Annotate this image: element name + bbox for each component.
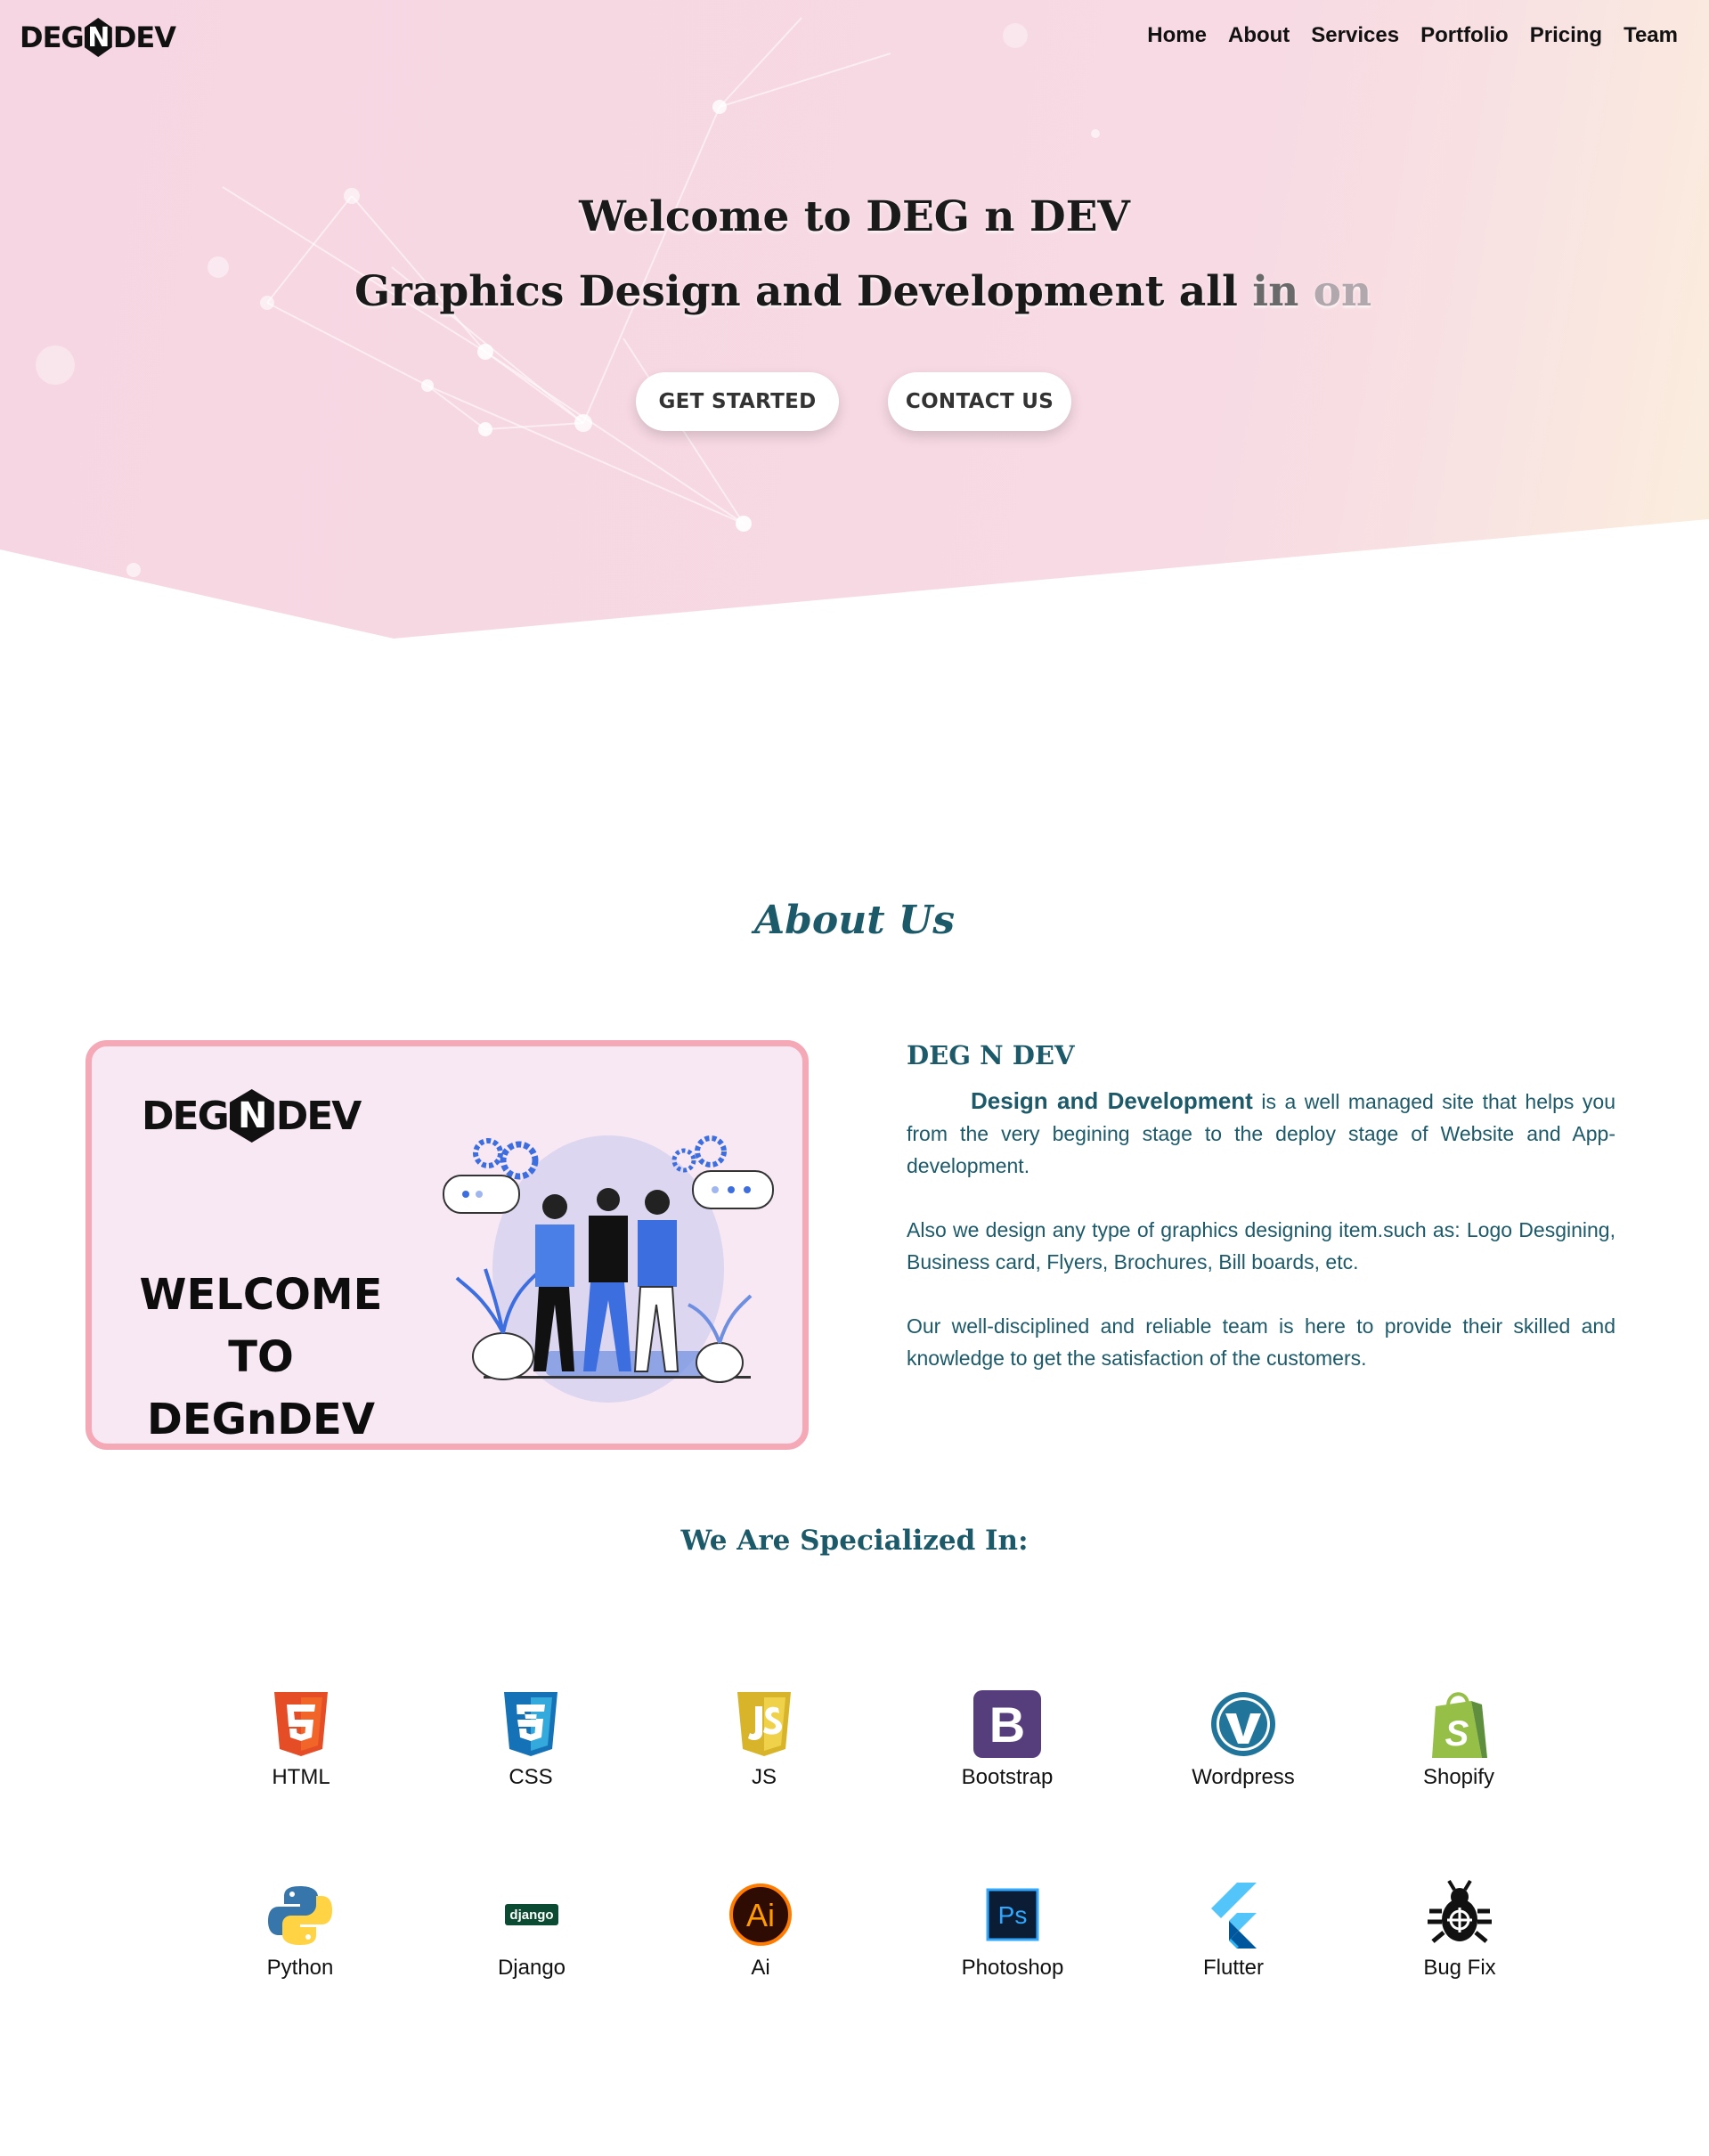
network-lines-decoration <box>36 17 1100 577</box>
hero-subtitle-typing-1: in <box>1252 267 1314 316</box>
illustrator-icon: Ai <box>729 1883 792 1946</box>
skill-js: JS <box>675 1688 853 1790</box>
skill-bootstrap: B Bootstrap <box>918 1688 1096 1790</box>
contact-us-button[interactable]: CONTACT US <box>888 372 1071 431</box>
nav-pricing[interactable]: Pricing <box>1530 23 1602 48</box>
skills-title: We Are Specialized In: <box>680 1525 1029 1557</box>
about-section-title: About Us <box>753 898 956 943</box>
logo-text-right: DEV <box>112 20 176 54</box>
skill-label: Shopify <box>1422 1765 1495 1789</box>
nav-about[interactable]: About <box>1228 23 1290 48</box>
about-paragraph-1: Design and Development is a well managed… <box>907 1085 1615 1182</box>
nav-services[interactable]: Services <box>1311 23 1399 48</box>
javascript-icon <box>737 1692 791 1756</box>
get-started-button[interactable]: GET STARTED <box>636 372 839 431</box>
card-logo-right: DEV <box>275 1093 362 1139</box>
card-welcome-line1: WELCOME TO <box>139 1270 383 1382</box>
bootstrap-icon: B <box>973 1690 1041 1758</box>
skill-label: CSS <box>509 1765 553 1789</box>
logo-text-left: DEG <box>20 20 85 54</box>
flutter-icon <box>1211 1883 1257 1949</box>
svg-text:B: B <box>989 1696 1025 1753</box>
html5-icon <box>274 1692 328 1756</box>
skill-label: Wordpress <box>1192 1765 1295 1789</box>
about-welcome-card: DEG N DEV WELCOME TO DEGnDEV <box>85 1040 809 1450</box>
brand-logo[interactable]: DEG N DEV <box>20 16 176 59</box>
skill-label: Django <box>497 1956 566 1980</box>
logo-mark-icon: N <box>84 18 112 57</box>
hero-subtitle-typing-2: on <box>1313 267 1372 316</box>
skill-illustrator: Ai Ai <box>671 1879 850 1981</box>
skill-label: Ai <box>751 1956 770 1980</box>
skill-bug-fix: Bug Fix <box>1371 1879 1549 1981</box>
skill-label: Bootstrap <box>961 1765 1054 1789</box>
bug-icon <box>1428 1879 1492 1943</box>
skill-html: HTML <box>212 1688 390 1790</box>
skill-python: Python <box>211 1879 389 1981</box>
about-lead: Design and Development <box>971 1087 1253 1114</box>
card-welcome-text: WELCOME TO DEGnDEV <box>110 1264 412 1444</box>
card-welcome-line2: DEGnDEV <box>147 1395 375 1444</box>
skill-label: JS <box>751 1765 777 1789</box>
about-description: Design and Development is a well managed… <box>907 1085 1615 1406</box>
skill-label: Photoshop <box>961 1956 1064 1980</box>
django-icon: django <box>505 1904 558 1925</box>
about-paragraph-3: Our well-disciplined and reliable team i… <box>907 1314 1615 1370</box>
python-icon <box>268 1886 332 1945</box>
skill-photoshop: Ps Photoshop <box>924 1879 1102 1981</box>
about-paragraph-2: Also we design any type of graphics desi… <box>907 1218 1615 1273</box>
nav-home[interactable]: Home <box>1147 23 1207 48</box>
nav-links: Home About Services Portfolio Pricing Te… <box>1147 23 1678 48</box>
hero-title: Welcome to DEG n DEV <box>579 192 1130 241</box>
hero-subtitle: Graphics Design and Development all in o… <box>354 267 1371 316</box>
skill-shopify: S Shopify <box>1370 1688 1548 1790</box>
svg-text:Ai: Ai <box>746 1897 775 1933</box>
about-heading: DEG N DEV <box>907 1040 1075 1070</box>
skill-css: CSS <box>442 1688 620 1790</box>
card-logo-mark-icon: N <box>229 1089 274 1143</box>
svg-text:S: S <box>1445 1714 1469 1753</box>
css3-icon <box>504 1692 557 1756</box>
navbar: DEG N DEV Home About Services Portfolio … <box>0 0 1709 75</box>
svg-text:Ps: Ps <box>998 1901 1028 1929</box>
wordpress-icon <box>1211 1692 1275 1756</box>
photoshop-icon: Ps <box>986 1888 1039 1941</box>
nav-team[interactable]: Team <box>1624 23 1678 48</box>
skill-label: Bug Fix <box>1423 1956 1496 1980</box>
skill-label: Python <box>266 1956 334 1980</box>
skill-label: Flutter <box>1202 1956 1264 1980</box>
svg-text:django: django <box>509 1908 553 1923</box>
team-illustration <box>443 1135 774 1403</box>
skill-django: django Django <box>443 1879 621 1981</box>
card-logo: DEG N DEV <box>142 1089 362 1143</box>
skill-label: HTML <box>272 1765 330 1789</box>
hero-subtitle-main: Graphics Design and Development all <box>354 267 1253 316</box>
nav-portfolio[interactable]: Portfolio <box>1420 23 1509 48</box>
shopify-icon: S <box>1432 1692 1487 1758</box>
card-logo-left: DEG <box>142 1093 230 1139</box>
hero-section: DEG N DEV Home About Services Portfolio … <box>0 0 1709 639</box>
skill-wordpress: Wordpress <box>1154 1688 1332 1790</box>
skill-flutter: Flutter <box>1144 1879 1322 1981</box>
